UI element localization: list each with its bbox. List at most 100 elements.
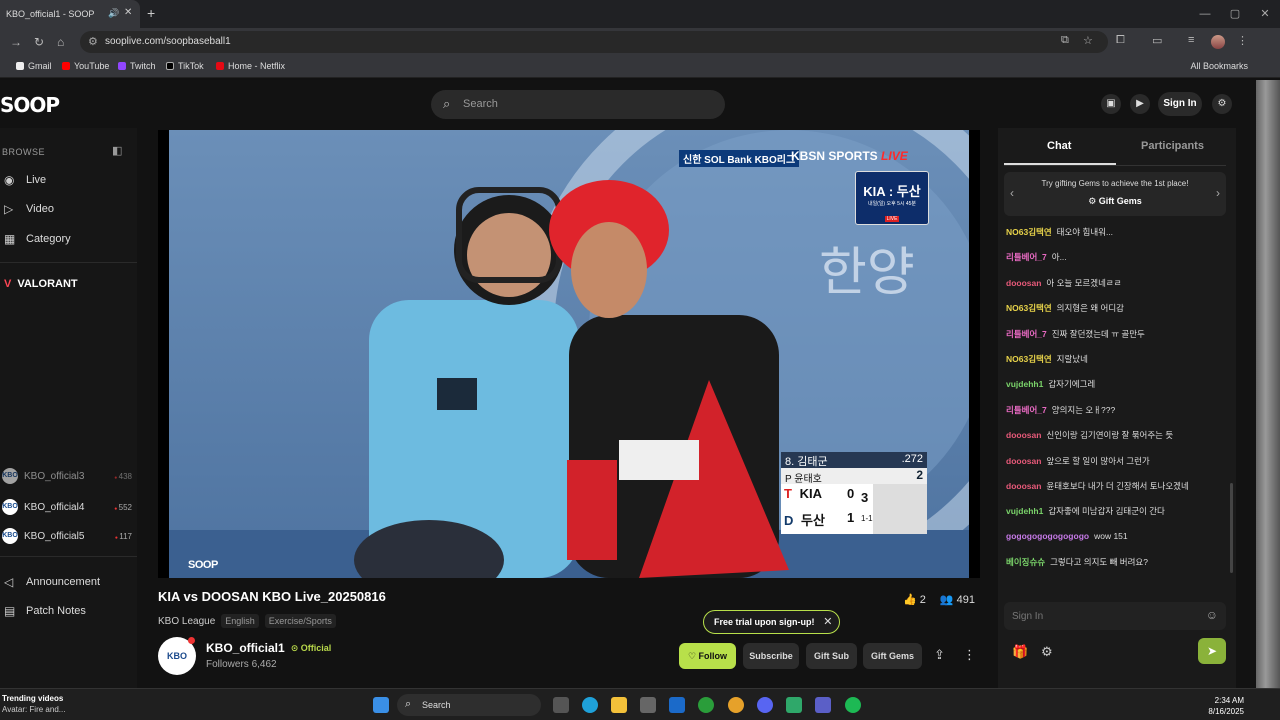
tab-participants[interactable]: Participants bbox=[1141, 140, 1204, 152]
settings-gear-icon[interactable]: ⚙ bbox=[1212, 94, 1232, 114]
more-options-icon[interactable]: ⋮ bbox=[963, 647, 976, 663]
task-view-icon[interactable] bbox=[553, 697, 569, 713]
sidebar-game-valorant[interactable]: V VALORANT bbox=[4, 278, 78, 290]
share-icon[interactable]: ⇪ bbox=[934, 647, 945, 663]
nav-patch-notes[interactable]: ▤ Patch Notes bbox=[4, 604, 86, 618]
broadcast-icon[interactable]: ▣ bbox=[1101, 94, 1121, 114]
bookmark-twitch[interactable]: Twitch bbox=[118, 61, 156, 71]
chat-username[interactable]: vujdehh1 bbox=[1006, 379, 1043, 389]
chat-username[interactable]: 리틀베어_7 bbox=[1006, 405, 1047, 415]
gift-sub-button[interactable]: Gift Sub bbox=[806, 643, 857, 669]
soop-logo[interactable]: SOOP bbox=[0, 93, 60, 117]
tab-chat[interactable]: Chat bbox=[1047, 140, 1071, 152]
chat-username[interactable]: NO63김택연 bbox=[1006, 227, 1052, 237]
close-tab-icon[interactable]: ✕ bbox=[124, 7, 132, 18]
system-clock[interactable]: 2:34 AM 8/16/2025 bbox=[1208, 695, 1244, 717]
profile-avatar[interactable] bbox=[1211, 35, 1225, 49]
play-icon[interactable]: ▶ bbox=[1130, 94, 1150, 114]
chat-text: 의지형은 왜 어디감 bbox=[1056, 303, 1124, 314]
send-button[interactable]: ➤ bbox=[1198, 638, 1226, 664]
chat-username[interactable]: NO63김택연 bbox=[1006, 354, 1052, 364]
gift-gems-button[interactable]: Gift Gems bbox=[863, 643, 922, 669]
channel-item[interactable]: KBOKBO_official5117 bbox=[2, 528, 132, 544]
home-icon[interactable]: ⌂ bbox=[57, 35, 64, 49]
tag[interactable]: English bbox=[221, 614, 259, 628]
chat-input-box[interactable]: ☺ bbox=[1004, 602, 1226, 630]
search-input[interactable] bbox=[463, 95, 713, 113]
new-tab-icon[interactable]: + bbox=[147, 5, 155, 21]
chat-settings-icon[interactable]: ⚙ bbox=[1041, 644, 1053, 660]
chevron-right-icon[interactable]: › bbox=[1216, 186, 1220, 200]
chat-scrollbar[interactable] bbox=[1230, 483, 1233, 573]
address-bar[interactable]: ⚙ sooplive.com/soopbaseball1 bbox=[80, 31, 1108, 53]
subscribe-button[interactable]: Subscribe bbox=[743, 643, 799, 669]
chat-input[interactable] bbox=[1012, 608, 1192, 624]
close-icon[interactable]: ✕ bbox=[823, 611, 832, 633]
file-explorer-icon[interactable] bbox=[611, 697, 627, 713]
bookmark-tiktok[interactable]: TikTok bbox=[166, 61, 204, 71]
maximize-icon[interactable]: ▢ bbox=[1220, 0, 1250, 28]
bookmark-netflix[interactable]: Home - Netflix bbox=[216, 61, 285, 71]
store-icon[interactable] bbox=[640, 697, 656, 713]
nav-video[interactable]: ▷ Video bbox=[4, 202, 54, 216]
reload-icon[interactable]: ↻ bbox=[34, 35, 44, 49]
audio-icon[interactable]: 🔊 bbox=[108, 8, 119, 19]
emoji-icon[interactable]: ☺ bbox=[1206, 608, 1218, 622]
video-player[interactable]: 한양 신한 SOL Bank KBO리그 KBSN SPORTS LIVE KI… bbox=[158, 130, 980, 578]
chat-username[interactable]: dooosan bbox=[1006, 481, 1041, 491]
window-close-icon[interactable]: ✕ bbox=[1250, 0, 1280, 28]
chat-username[interactable]: dooosan bbox=[1006, 278, 1041, 288]
chat-username[interactable]: dooosan bbox=[1006, 430, 1041, 440]
taskbar-search[interactable]: ⌕ Search bbox=[397, 694, 541, 716]
nav-category[interactable]: ▦ Category bbox=[4, 232, 71, 246]
site-info-icon[interactable]: ⚙ bbox=[88, 35, 98, 48]
bookmark-youtube[interactable]: YouTube bbox=[62, 61, 109, 71]
channel-item[interactable]: KBOKBO_official4552 bbox=[2, 499, 132, 515]
video-frame[interactable]: 한양 신한 SOL Bank KBO리그 KBSN SPORTS LIVE KI… bbox=[169, 130, 969, 578]
tag[interactable]: Exercise/Sports bbox=[264, 614, 336, 628]
widgets-news[interactable]: Trending videos Avatar: Fire and... bbox=[2, 694, 65, 714]
banner-gift-gems-button[interactable]: ⚙ Gift Gems bbox=[1004, 196, 1226, 207]
browser-tab[interactable]: KBO_official1 - SOOP 🔊 ✕ bbox=[0, 0, 140, 28]
teams-icon[interactable] bbox=[815, 697, 831, 713]
media-icon[interactable]: ≡ bbox=[1188, 34, 1194, 46]
chat-username[interactable]: gogogogogogogogo bbox=[1006, 531, 1089, 541]
bookmark-gmail[interactable]: Gmail bbox=[16, 61, 52, 71]
nav-announcement[interactable]: ◁ Announcement bbox=[4, 575, 100, 589]
windows-start-icon[interactable] bbox=[373, 697, 389, 713]
edge-icon[interactable] bbox=[582, 697, 598, 713]
menu-icon[interactable]: ⋮ bbox=[1237, 34, 1248, 47]
chat-username[interactable]: 리틀베어_7 bbox=[1006, 329, 1047, 339]
minimize-icon[interactable]: — bbox=[1190, 0, 1220, 28]
all-bookmarks[interactable]: All Bookmarks bbox=[1190, 61, 1248, 71]
megaphone-icon: ◁ bbox=[4, 575, 14, 589]
gift-icon[interactable]: 🎁 bbox=[1012, 644, 1028, 660]
channel-name[interactable]: KBO_official1 bbox=[206, 641, 285, 655]
chat-username[interactable]: 베이징슈슈 bbox=[1006, 557, 1045, 567]
chat-username[interactable]: vujdehh1 bbox=[1006, 506, 1043, 516]
app-icon[interactable] bbox=[786, 697, 802, 713]
search-bar[interactable]: ⌕ bbox=[431, 90, 725, 119]
channel-avatar[interactable]: KBO bbox=[158, 637, 196, 675]
follow-button[interactable]: ♡ Follow bbox=[679, 643, 736, 669]
install-icon[interactable]: ⧉ bbox=[1061, 34, 1069, 47]
like-button[interactable]: 👍 2 bbox=[903, 593, 926, 606]
bookmark-star-icon[interactable]: ☆ bbox=[1083, 34, 1093, 47]
collapse-sidebar-icon[interactable]: ◧ bbox=[112, 144, 122, 157]
chat-username[interactable]: NO63김택연 bbox=[1006, 303, 1052, 313]
chrome-icon[interactable] bbox=[728, 697, 744, 713]
extensions-icon[interactable]: ⧠ bbox=[1116, 34, 1125, 47]
back-icon[interactable]: → bbox=[10, 35, 22, 49]
chat-username[interactable]: 리틀베어_7 bbox=[1006, 252, 1047, 262]
spotify-icon[interactable] bbox=[845, 697, 861, 713]
category-link[interactable]: KBO League bbox=[158, 616, 215, 627]
discord-icon[interactable] bbox=[757, 697, 773, 713]
sidepanel-icon[interactable]: ▭ bbox=[1152, 34, 1162, 47]
outlook-icon[interactable] bbox=[669, 697, 685, 713]
xbox-icon[interactable] bbox=[698, 697, 714, 713]
browse-heading: BROWSE bbox=[2, 147, 46, 157]
nav-live[interactable]: ◉ Live bbox=[4, 173, 46, 187]
channel-item[interactable]: KBOKBO_official3438 bbox=[2, 468, 132, 484]
chat-username[interactable]: dooosan bbox=[1006, 456, 1041, 466]
sign-in-button[interactable]: Sign In bbox=[1158, 92, 1202, 116]
